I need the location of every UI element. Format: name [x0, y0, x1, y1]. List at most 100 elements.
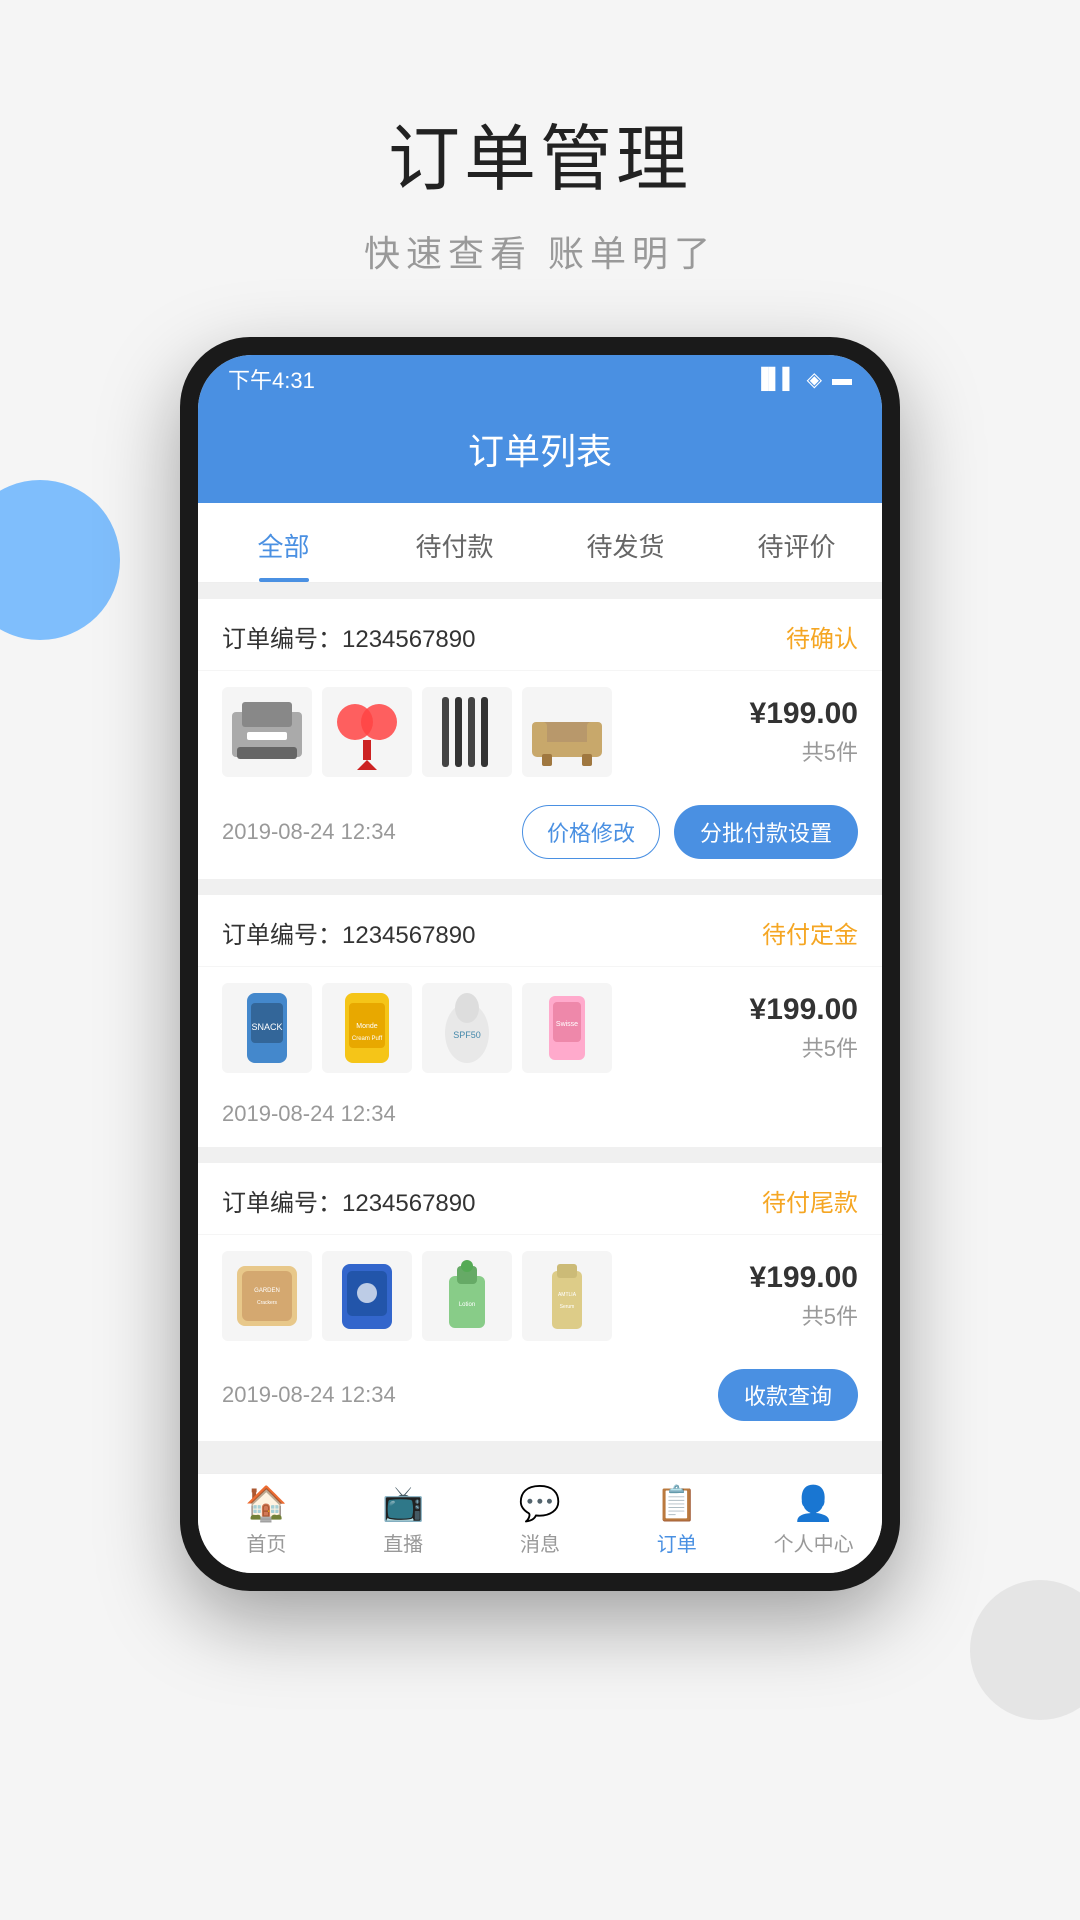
nav-order-label: 订单	[608, 1528, 745, 1557]
nav-message-label: 消息	[472, 1528, 609, 1557]
svg-text:Swisse: Swisse	[556, 1021, 578, 1028]
snack-svg: SNACK	[227, 988, 307, 1068]
phone-screen: 下午4:31 ▐▌▌ ◈ ▬ 订单列表 全部 待付款 待发货 待评价	[198, 355, 882, 1573]
product-images-3: GARDEN Crackers	[222, 1251, 738, 1341]
wifi-icon: ◈	[807, 367, 822, 392]
tab-pending-review[interactable]: 待评价	[711, 503, 882, 582]
price-amount-1: ¥199.00	[738, 697, 858, 731]
order-footer-3: 2019-08-24 12:34 收款查询	[198, 1357, 882, 1441]
price-count-2: 共5件	[738, 1031, 858, 1063]
nav-live[interactable]: 📺 直播	[335, 1484, 472, 1557]
btn-batch-payment[interactable]: 分批付款设置	[674, 805, 858, 859]
order-header-1: 订单编号：1234567890 待确认	[198, 599, 882, 671]
decoration-svg	[327, 692, 407, 772]
order-actions-3: 收款查询	[718, 1369, 858, 1421]
order-number-2: 订单编号：1234567890	[222, 915, 475, 950]
battery-icon: ▬	[832, 368, 852, 391]
svg-text:Cream Puff: Cream Puff	[352, 1036, 383, 1042]
order-price-1: ¥199.00 共5件	[738, 697, 858, 767]
order-card-3: 订单编号：1234567890 待付尾款 GARDEN Crackers	[198, 1163, 882, 1441]
product-img-serum: AMTLIA Serum	[522, 1251, 612, 1341]
price-amount-2: ¥199.00	[738, 993, 858, 1027]
product-img-decoration	[322, 687, 412, 777]
nav-profile[interactable]: 👤 个人中心	[745, 1484, 882, 1557]
svg-text:SPF50: SPF50	[453, 1030, 481, 1040]
order-number-1: 订单编号：1234567890	[222, 619, 475, 654]
page-subtitle: 快速查看 账单明了	[364, 225, 716, 277]
status-time: 下午4:31	[228, 363, 315, 395]
bg-circle-right	[970, 1580, 1080, 1720]
order-price-2: ¥199.00 共5件	[738, 993, 858, 1063]
svg-text:GARDEN: GARDEN	[254, 1288, 280, 1294]
cosmetic-svg: Swisse	[527, 988, 607, 1068]
products-row-1: ¥199.00 共5件	[198, 671, 882, 793]
nav-profile-label: 个人中心	[745, 1528, 882, 1557]
order-date-2: 2019-08-24 12:34	[222, 1101, 396, 1127]
phone-frame: 下午4:31 ▐▌▌ ◈ ▬ 订单列表 全部 待付款 待发货 待评价	[180, 337, 900, 1591]
order-date-1: 2019-08-24 12:34	[222, 819, 396, 845]
order-card-2: 订单编号：1234567890 待付定金 SNACK	[198, 895, 882, 1147]
order-status-2: 待付定金	[762, 915, 858, 950]
chips-svg: Monde Cream Puff	[327, 988, 407, 1068]
order-number-3: 订单编号：1234567890	[222, 1183, 475, 1218]
products-row-2: SNACK Monde Cream Puff	[198, 967, 882, 1089]
order-header-2: 订单编号：1234567890 待付定金	[198, 895, 882, 967]
tab-pending-shipment[interactable]: 待发货	[540, 503, 711, 582]
app-header: 订单列表	[198, 403, 882, 503]
sunscreen-svg: SPF50	[427, 988, 507, 1068]
bottom-nav: 🏠 首页 📺 直播 💬 消息 📋 订单 👤 个人中心	[198, 1473, 882, 1573]
page-header: 订单管理 快速查看 账单明了	[364, 100, 716, 277]
nav-home[interactable]: 🏠 首页	[198, 1484, 335, 1557]
order-status-3: 待付尾款	[762, 1183, 858, 1218]
serum-svg: AMTLIA Serum	[527, 1256, 607, 1336]
nav-message[interactable]: 💬 消息	[472, 1484, 609, 1557]
product-img-cosmetic: Swisse	[522, 983, 612, 1073]
home-icon: 🏠	[198, 1484, 335, 1524]
orders-list: 订单编号：1234567890 待确认	[198, 583, 882, 1473]
product-images-2: SNACK Monde Cream Puff	[222, 983, 738, 1073]
nav-home-label: 首页	[198, 1528, 335, 1557]
status-bar: 下午4:31 ▐▌▌ ◈ ▬	[198, 355, 882, 403]
svg-text:Monde: Monde	[356, 1023, 378, 1030]
svg-text:Lotion: Lotion	[459, 1302, 475, 1308]
lotion-svg: Lotion	[427, 1256, 507, 1336]
btn-payment-query[interactable]: 收款查询	[718, 1369, 858, 1421]
product-img-detergent	[322, 1251, 412, 1341]
price-amount-3: ¥199.00	[738, 1261, 858, 1295]
status-icons: ▐▌▌ ◈ ▬	[754, 367, 852, 392]
product-img-chips: Monde Cream Puff	[322, 983, 412, 1073]
product-images-1	[222, 687, 738, 777]
price-count-1: 共5件	[738, 735, 858, 767]
order-date-3: 2019-08-24 12:34	[222, 1382, 396, 1408]
order-card-1: 订单编号：1234567890 待确认	[198, 599, 882, 879]
svg-text:Serum: Serum	[560, 1304, 575, 1310]
svg-text:AMTLIA: AMTLIA	[558, 1292, 577, 1298]
phone-wrapper: 下午4:31 ▐▌▌ ◈ ▬ 订单列表 全部 待付款 待发货 待评价	[180, 337, 900, 1591]
tabs-bar: 全部 待付款 待发货 待评价	[198, 503, 882, 583]
bg-circle-left	[0, 480, 120, 640]
tab-all[interactable]: 全部	[198, 503, 369, 582]
product-img-snack: SNACK	[222, 983, 312, 1073]
order-header-3: 订单编号：1234567890 待付尾款	[198, 1163, 882, 1235]
profile-icon: 👤	[745, 1484, 882, 1524]
product-img-chopsticks	[422, 687, 512, 777]
btn-price-modify[interactable]: 价格修改	[522, 805, 660, 859]
app-header-title: 订单列表	[198, 423, 882, 475]
signal-icon: ▐▌▌	[754, 368, 797, 391]
chopsticks-svg	[427, 692, 507, 772]
tab-pending-payment[interactable]: 待付款	[369, 503, 540, 582]
order-icon: 📋	[608, 1484, 745, 1524]
message-icon: 💬	[472, 1484, 609, 1524]
order-footer-2: 2019-08-24 12:34	[198, 1089, 882, 1147]
product-img-sunscreen: SPF50	[422, 983, 512, 1073]
order-actions-1: 价格修改 分批付款设置	[522, 805, 858, 859]
svg-text:Crackers: Crackers	[257, 1300, 278, 1306]
printer-svg	[227, 692, 307, 772]
detergent-svg	[327, 1256, 407, 1336]
live-icon: 📺	[335, 1484, 472, 1524]
order-status-1: 待确认	[786, 619, 858, 654]
nav-order[interactable]: 📋 订单	[608, 1484, 745, 1557]
price-count-3: 共5件	[738, 1299, 858, 1331]
page-title: 订单管理	[364, 100, 716, 205]
nav-live-label: 直播	[335, 1528, 472, 1557]
